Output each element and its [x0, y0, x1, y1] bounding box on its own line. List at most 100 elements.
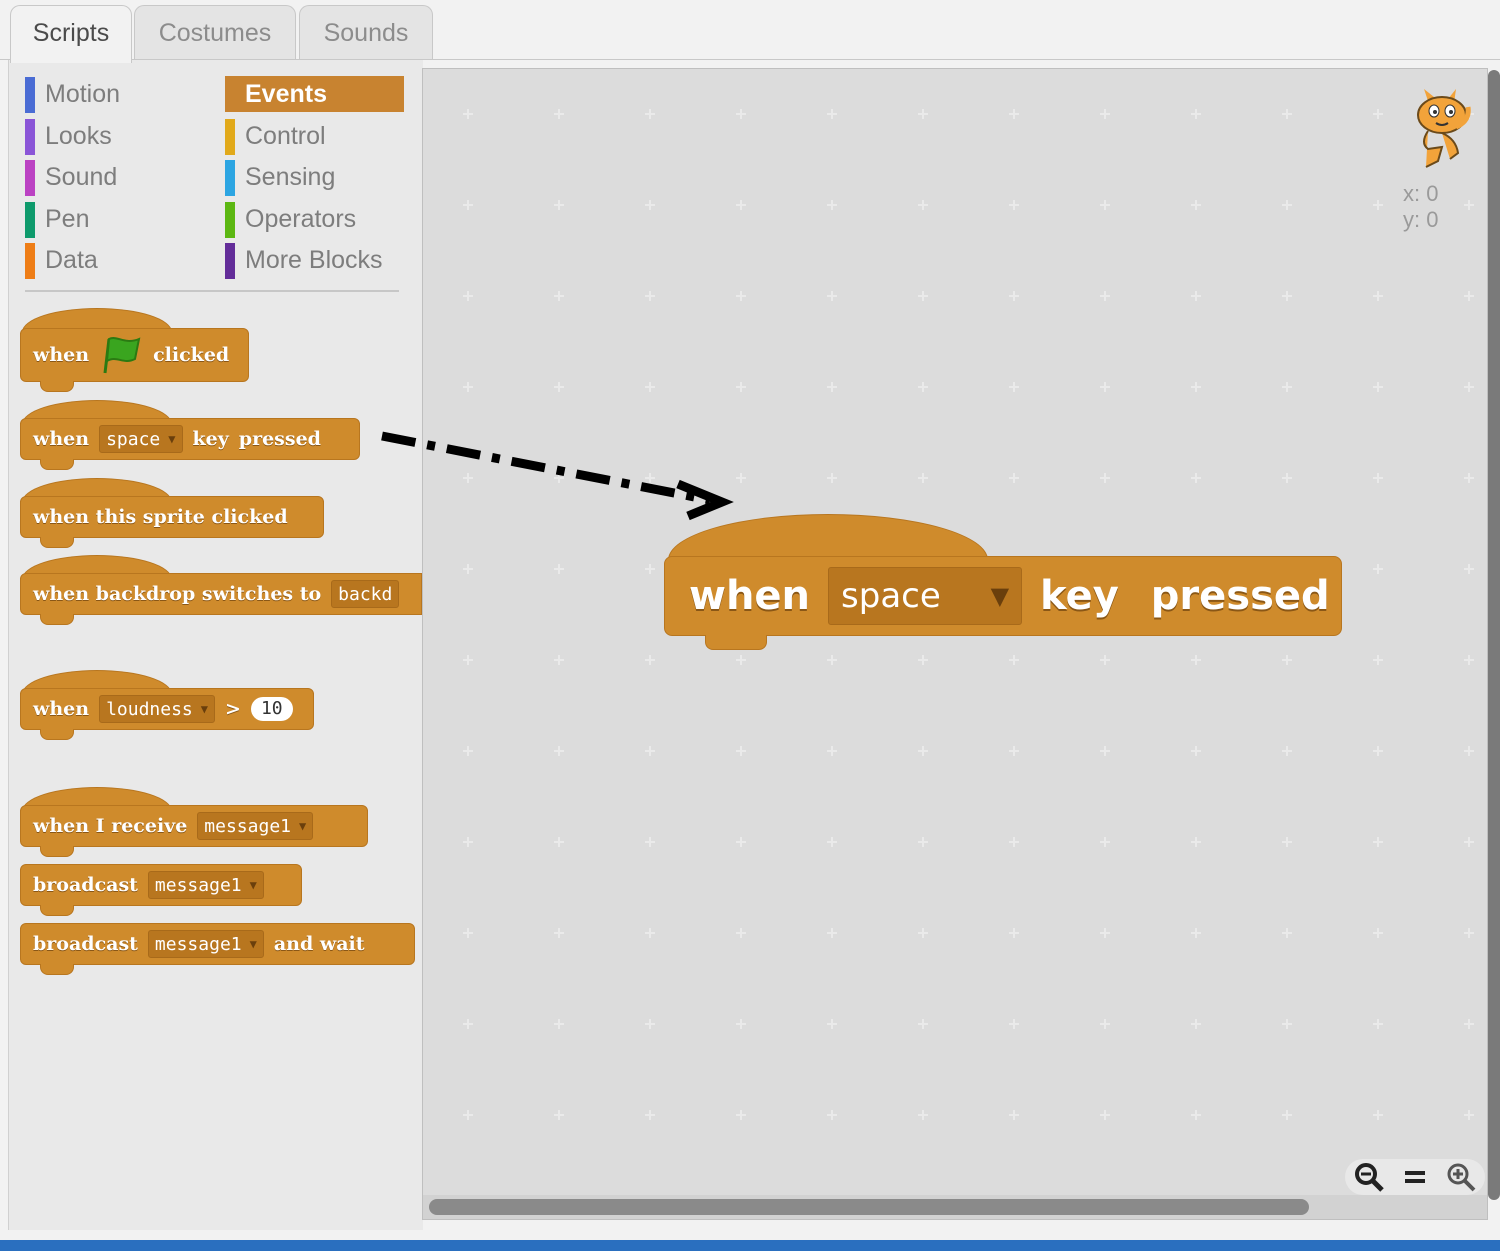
grid-pattern	[423, 69, 1487, 1219]
dropdown-value: space	[106, 428, 161, 450]
dropdown-value: backd	[338, 583, 393, 605]
threshold-input[interactable]: 10	[250, 697, 293, 721]
block-text: pressed	[1150, 573, 1330, 619]
block-text: key	[1040, 573, 1119, 619]
sensor-dropdown[interactable]: loudness ▼	[99, 695, 216, 723]
category-label: Motion	[45, 80, 121, 108]
tab-costumes[interactable]: Costumes	[134, 5, 296, 60]
sprite-x-readout: x: 0	[1403, 181, 1439, 206]
when-backdrop-switches-block[interactable]: when backdrop switches to backd	[20, 573, 422, 615]
editor-bottom-edge	[0, 1230, 1500, 1240]
category-label: Events	[245, 80, 327, 108]
vertical-scrollbar[interactable]	[1488, 70, 1500, 1200]
block-text: pressed	[238, 428, 321, 450]
zoom-reset-icon[interactable]	[1399, 1161, 1431, 1193]
category-label: Looks	[45, 122, 112, 150]
tab-scripts[interactable]: Scripts	[10, 5, 132, 63]
dropdown-arrow-icon: ▼	[990, 582, 1010, 610]
block-palette: Motion Looks Sound Pen Data Events Contr…	[8, 60, 423, 1230]
dropdown-value: space	[841, 576, 941, 616]
dropdown-arrow-icon: ▼	[299, 819, 307, 833]
zoom-controls	[1345, 1159, 1485, 1195]
backdrop-dropdown[interactable]: backd	[331, 580, 400, 608]
block-text: when	[33, 428, 90, 450]
broadcast-block[interactable]: broadcast message1 ▼	[20, 864, 302, 906]
block-text: when this sprite clicked	[33, 506, 288, 528]
message-dropdown[interactable]: message1 ▼	[147, 871, 264, 899]
category-data[interactable]: Data	[25, 242, 205, 279]
sensing-swatch	[225, 160, 235, 196]
cat-sprite-icon	[1417, 89, 1471, 168]
block-text: and wait	[273, 933, 365, 955]
green-flag-icon	[103, 337, 141, 374]
block-text: when	[33, 698, 90, 720]
zoom-in-icon[interactable]	[1445, 1161, 1477, 1193]
zoom-out-icon[interactable]	[1353, 1161, 1385, 1193]
when-sensor-greater-block[interactable]: when loudness ▼ > 10	[20, 688, 314, 730]
category-events[interactable]: Events	[225, 76, 404, 112]
block-notch	[40, 614, 74, 625]
drag-arrow-icon	[381, 431, 734, 521]
palette-divider	[25, 290, 399, 292]
sprite-y-readout: y: 0	[1403, 207, 1439, 232]
block-notch	[40, 905, 74, 916]
block-text: clicked	[153, 344, 230, 366]
category-label: Sensing	[245, 163, 336, 191]
control-swatch	[225, 119, 235, 155]
dropdown-value: message1	[154, 933, 242, 955]
category-more-blocks[interactable]: More Blocks	[225, 242, 405, 279]
block-text: broadcast	[33, 933, 138, 955]
category-operators[interactable]: Operators	[225, 201, 405, 238]
key-dropdown[interactable]: space ▼	[99, 425, 183, 453]
block-notch	[40, 964, 74, 975]
dropdown-value: message1	[204, 815, 291, 837]
category-label: Control	[245, 122, 326, 150]
block-notch	[705, 635, 767, 650]
block-text: when I receive	[33, 815, 188, 837]
block-notch	[40, 537, 74, 548]
dropdown-arrow-icon: ▼	[249, 937, 257, 951]
block-notch	[40, 846, 74, 857]
block-text: broadcast	[33, 874, 138, 896]
dropdown-arrow-icon: ▼	[200, 702, 209, 716]
looks-swatch	[25, 119, 35, 155]
sound-swatch	[25, 160, 35, 196]
when-i-receive-block[interactable]: when I receive message1 ▼	[20, 805, 368, 847]
script-area[interactable]: x: 0 y: 0	[422, 68, 1488, 1220]
when-key-pressed-block[interactable]: when space ▼ key pressed	[20, 418, 360, 460]
block-notch	[40, 381, 74, 392]
operators-swatch	[225, 202, 235, 238]
block-text: key	[192, 428, 229, 450]
category-pen[interactable]: Pen	[25, 201, 205, 238]
dropdown-value: loudness	[106, 698, 193, 720]
block-text: when	[33, 344, 90, 366]
motion-swatch	[25, 77, 35, 113]
category-label: Pen	[45, 205, 90, 233]
block-text: when	[689, 573, 811, 619]
data-swatch	[25, 243, 35, 279]
dropdown-arrow-icon: ▼	[249, 878, 257, 892]
script-when-key-pressed[interactable]: when space ▼ key pressed	[664, 556, 1342, 636]
block-notch	[40, 729, 74, 740]
horizontal-scrollbar[interactable]	[429, 1199, 1309, 1215]
category-looks[interactable]: Looks	[25, 118, 205, 155]
script-key-dropdown[interactable]: space ▼	[828, 567, 1023, 625]
message-dropdown[interactable]: message1 ▼	[147, 930, 264, 958]
editor-tabs: Scripts Costumes Sounds	[0, 0, 1500, 63]
block-text: when backdrop switches to	[33, 583, 322, 605]
message-dropdown[interactable]: message1 ▼	[197, 812, 314, 840]
broadcast-and-wait-block[interactable]: broadcast message1 ▼ and wait	[20, 923, 415, 965]
category-sensing[interactable]: Sensing	[225, 159, 405, 196]
category-sound[interactable]: Sound	[25, 159, 205, 196]
category-control[interactable]: Control	[225, 118, 405, 155]
block-text: >	[225, 698, 241, 720]
os-taskbar	[0, 1240, 1500, 1251]
category-label: Data	[45, 246, 98, 274]
tab-sounds[interactable]: Sounds	[299, 5, 433, 60]
category-motion[interactable]: Motion	[25, 76, 205, 113]
more-blocks-swatch	[225, 243, 235, 279]
pen-swatch	[25, 202, 35, 238]
when-flag-clicked-block[interactable]: when clicked	[20, 328, 249, 382]
when-sprite-clicked-block[interactable]: when this sprite clicked	[20, 496, 324, 538]
dropdown-value: message1	[154, 874, 242, 896]
